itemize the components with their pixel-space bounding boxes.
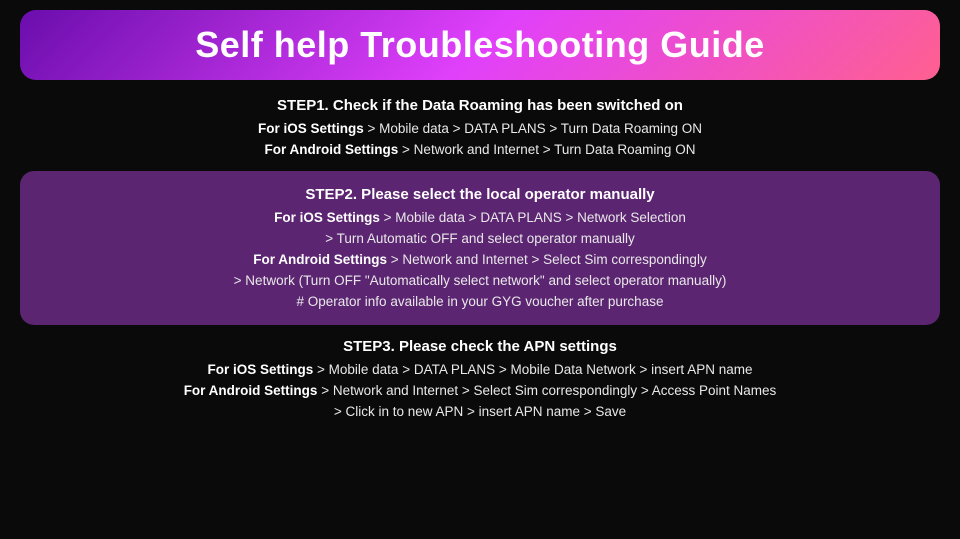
step2-title: STEP2. Please select the local operator … (38, 183, 922, 206)
step-block-2: STEP2. Please select the local operator … (20, 171, 940, 325)
step3-line-2: For Android Settings > Network and Inter… (20, 381, 940, 402)
step2-line-5: # Operator info available in your GYG vo… (38, 292, 922, 313)
step-block-3: STEP3. Please check the APN settingsFor … (20, 335, 940, 423)
step1-title: STEP1. Check if the Data Roaming has bee… (20, 94, 940, 117)
step-block-1: STEP1. Check if the Data Roaming has bee… (20, 94, 940, 161)
step1-line-2: For Android Settings > Network and Inter… (20, 140, 940, 161)
step1-line-1: For iOS Settings > Mobile data > DATA PL… (20, 119, 940, 140)
page-title: Self help Troubleshooting Guide (195, 24, 765, 65)
step2-line-3: For Android Settings > Network and Inter… (38, 250, 922, 271)
step2-line-1: For iOS Settings > Mobile data > DATA PL… (38, 208, 922, 229)
step3-title: STEP3. Please check the APN settings (20, 335, 940, 358)
step2-line-4: > Network (Turn OFF "Automatically selec… (38, 271, 922, 292)
step2-line-2: > Turn Automatic OFF and select operator… (38, 229, 922, 250)
steps-container: STEP1. Check if the Data Roaming has bee… (20, 94, 940, 423)
step3-line-3: > Click in to new APN > insert APN name … (20, 402, 940, 423)
title-banner: Self help Troubleshooting Guide (20, 10, 940, 80)
step3-line-1: For iOS Settings > Mobile data > DATA PL… (20, 360, 940, 381)
